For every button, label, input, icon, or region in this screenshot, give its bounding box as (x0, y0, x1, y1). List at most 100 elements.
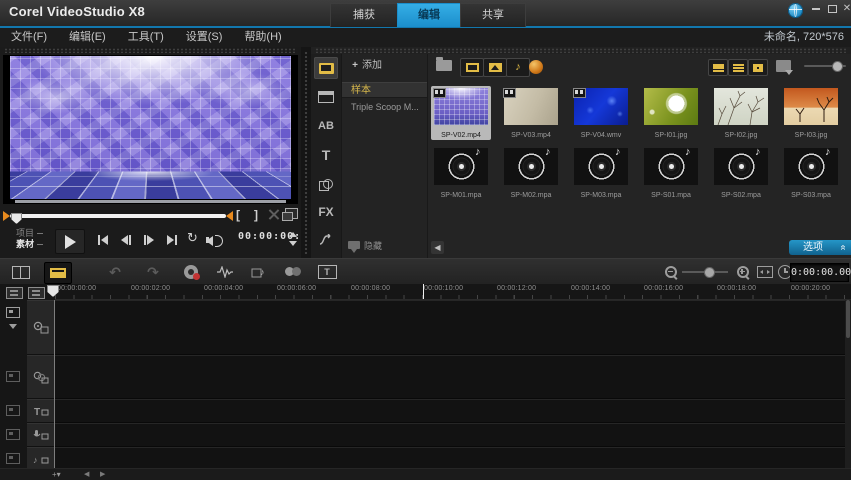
panel-grip[interactable] (315, 48, 847, 53)
minimize-button[interactable] (809, 2, 823, 15)
record-capture-icon[interactable] (178, 262, 204, 282)
add-folder-button[interactable]: +添加 (342, 57, 428, 75)
filter-photos-toggle[interactable] (483, 58, 507, 77)
mark-out-button[interactable]: ] (254, 206, 258, 224)
trim-start-handle[interactable] (3, 211, 10, 221)
timeline-view-icon[interactable] (44, 262, 72, 284)
maximize-button[interactable] (825, 2, 839, 15)
scroll-tracks-left-icon[interactable]: ◀ (84, 470, 89, 479)
folder-samples[interactable]: 样本 (342, 82, 428, 98)
title-track-lane[interactable] (55, 399, 845, 423)
media-item[interactable]: ♪ SP-M02.mpa (501, 146, 561, 200)
track-manager-icon[interactable] (6, 287, 23, 299)
panel-splitter[interactable] (301, 47, 311, 258)
track-motion-icon[interactable] (280, 262, 306, 282)
filter-audio-toggle[interactable]: ♪ (506, 58, 530, 77)
ripple-edit-video-icon[interactable] (5, 306, 21, 318)
view-list-toggle[interactable] (728, 59, 748, 76)
split-clip-icon[interactable] (268, 209, 280, 221)
tab-share[interactable]: 共享 (460, 3, 526, 27)
timeline-ruler[interactable]: 00:00:00:00 00:00:02:00 00:00:04:00 00:0… (55, 284, 851, 300)
preview-playhead[interactable] (11, 213, 22, 224)
thumbnail-size-slider[interactable] (804, 65, 846, 67)
scroll-tracks-right-icon[interactable]: ▶ (100, 470, 105, 479)
video-track-header[interactable] (27, 300, 54, 355)
play-button[interactable] (55, 229, 85, 254)
menu-settings[interactable]: 设置(S) (175, 28, 234, 47)
timecode-spinner[interactable] (288, 230, 297, 248)
filter-videos-toggle[interactable] (460, 58, 484, 77)
timeline-timecode[interactable]: 0:00:00.00 (790, 263, 849, 282)
enlarge-preview-icon[interactable] (285, 208, 298, 219)
media-item[interactable]: SP-V02.mp4 (431, 86, 491, 140)
redo-icon[interactable]: ↷ (140, 262, 166, 282)
options-button[interactable]: 选项 « (789, 240, 851, 255)
sound-mixer-icon[interactable] (212, 262, 238, 282)
nav-transition-icon[interactable]: AB (314, 115, 338, 137)
media-item[interactable]: ♪ SP-S02.mpa (711, 146, 771, 200)
auto-music-icon[interactable]: ♪ (246, 262, 272, 282)
ripple-edit-voice-icon[interactable] (5, 428, 21, 440)
add-track-button[interactable]: +▾ (52, 470, 61, 479)
slider-knob[interactable] (704, 267, 715, 278)
media-item[interactable]: SP-I02.jpg (711, 86, 771, 140)
storyboard-view-icon[interactable] (8, 262, 34, 282)
nav-media-icon[interactable] (314, 57, 338, 79)
voice-track-lane[interactable] (55, 423, 845, 447)
voice-track-header[interactable] (27, 423, 54, 447)
menu-file[interactable]: 文件(F) (0, 28, 58, 47)
end-button[interactable] (162, 232, 182, 248)
slider-knob[interactable] (832, 61, 843, 72)
ripple-edit-title-icon[interactable] (5, 404, 21, 416)
trim-end-handle[interactable] (226, 211, 233, 221)
timeline-playhead-line[interactable] (423, 284, 424, 299)
mark-in-button[interactable]: [ (236, 206, 240, 224)
nav-filter-icon[interactable]: FX (314, 201, 338, 223)
ripple-edit-overlay-icon[interactable] (5, 370, 21, 382)
mode-clip[interactable]: 素材 (16, 239, 43, 250)
media-item[interactable]: SP-I03.jpg (781, 86, 841, 140)
view-grid-toggle[interactable] (748, 59, 768, 76)
corel-globe-icon[interactable] (788, 3, 803, 18)
tab-edit[interactable]: 编辑 (397, 3, 461, 27)
timeline-vertical-scrollbar[interactable] (845, 300, 851, 469)
volume-icon[interactable] (206, 234, 224, 246)
previous-frame-button[interactable] (116, 232, 136, 248)
timeline-zoom-slider[interactable] (682, 271, 728, 273)
view-thumbnail-toggle[interactable] (708, 59, 728, 76)
show-all-tracks-icon[interactable] (28, 287, 45, 299)
scrollbar-thumb[interactable] (846, 300, 850, 338)
gallery-scroll-left-button[interactable]: ◀ (431, 241, 444, 254)
zoom-out-icon[interactable] (658, 262, 684, 282)
menu-edit[interactable]: 编辑(E) (58, 28, 117, 47)
nav-instant-project-icon[interactable] (314, 86, 338, 108)
media-item[interactable]: SP-V04.wmv (571, 86, 631, 140)
media-item[interactable]: ♪ SP-S03.mpa (781, 146, 841, 200)
media-item[interactable]: SP-V03.mp4 (501, 86, 561, 140)
title-track-header[interactable]: T (27, 399, 54, 423)
preview-scrubber[interactable] (10, 214, 226, 218)
nav-graphics-icon[interactable] (314, 173, 338, 195)
folder-triple-scoop[interactable]: Triple Scoop M... (342, 99, 428, 115)
overlay-track-lane[interactable] (55, 355, 845, 399)
ripple-edit-music-icon[interactable] (5, 452, 21, 464)
subtitle-editor-icon[interactable]: T (314, 262, 340, 282)
media-item[interactable]: ♪ SP-S01.mpa (641, 146, 701, 200)
tab-capture[interactable]: 捕获 (330, 3, 398, 27)
media-item[interactable]: SP-I01.jpg (641, 86, 701, 140)
video-track-lane[interactable] (55, 300, 845, 355)
nav-title-icon[interactable]: T (314, 144, 338, 166)
mode-project[interactable]: 项目 (16, 228, 43, 239)
menu-tools[interactable]: 工具(T) (117, 28, 175, 47)
home-button[interactable] (93, 232, 113, 248)
get-more-content-icon[interactable] (529, 60, 543, 74)
track-dropdown-icon[interactable] (9, 324, 17, 329)
media-item[interactable]: ♪ SP-M03.mpa (571, 146, 631, 200)
hide-library-button[interactable]: 隐藏 (348, 238, 382, 252)
overlay-track-header[interactable] (27, 355, 54, 399)
import-media-folder-icon[interactable] (436, 60, 452, 71)
panel-grip[interactable] (4, 48, 297, 53)
media-item[interactable]: ♪ SP-M01.mpa (431, 146, 491, 200)
menu-help[interactable]: 帮助(H) (233, 28, 292, 47)
close-button[interactable]: ✕ (840, 2, 851, 15)
